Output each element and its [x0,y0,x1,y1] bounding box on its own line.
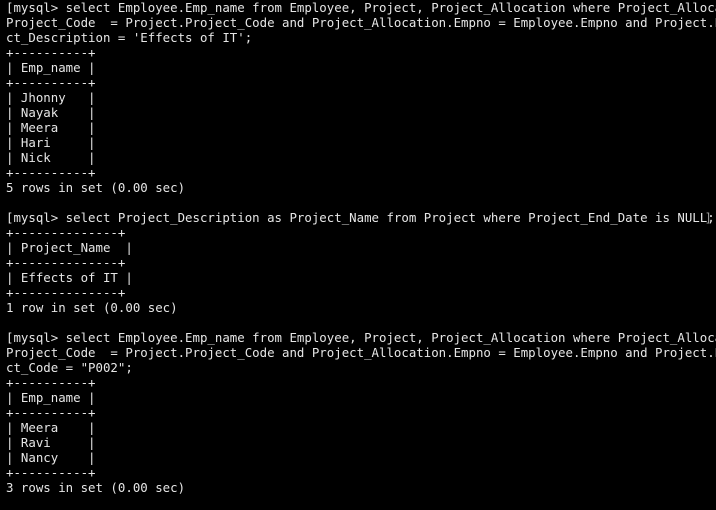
result-table-header: | Project_Name | [6,240,133,255]
result-table-row: | Nayak | [6,105,96,120]
result-table-row: | Meera | [6,120,96,135]
line-bracket: ] [704,210,712,225]
terminal-line: [mysql> select Employee.Emp_name from Em… [6,0,716,15]
result-table-border: +----------+ [6,75,96,90]
result-table-border: +--------------+ [6,225,126,240]
result-table-border: +----------+ [6,45,96,60]
result-table-row: | Ravi | [6,435,96,450]
rows-in-set-status: 3 rows in set (0.00 sec) [6,480,186,495]
result-table-border: +----------+ [6,165,96,180]
result-table-border: +----------+ [6,465,96,480]
terminal-line: [mysql> select Project_Description as Pr… [6,210,716,225]
rows-in-set-status: 1 row in set (0.00 sec) [6,300,178,315]
result-table-row: | Jhonny | [6,90,96,105]
terminal-line: Project_Code = Project.Project_Code and … [6,15,716,30]
result-table-row: | Nancy | [6,450,96,465]
terminal-line: Project_Code = Project.Project_Code and … [6,345,716,360]
result-table-row: | Nick | [6,150,96,165]
result-table-row: | Meera | [6,420,96,435]
result-table-row: | Effects of IT | [6,270,133,285]
terminal-line: ct_Code = "P002"; [6,360,133,375]
terminal-window[interactable]: [mysql> select Employee.Emp_name from Em… [0,0,716,510]
result-table-header: | Emp_name | [6,390,96,405]
terminal-line: ct_Description = 'Effects of IT'; [6,30,253,45]
result-table-border: +--------------+ [6,285,126,300]
result-table-border: +----------+ [6,375,96,390]
result-table-border: +--------------+ [6,255,126,270]
result-table-row: | Hari | [6,135,96,150]
rows-in-set-status: 5 rows in set (0.00 sec) [6,180,186,195]
result-table-border: +----------+ [6,405,96,420]
terminal-line: [mysql> select Employee.Emp_name from Em… [6,330,716,345]
query-text: [mysql> select Project_Description as Pr… [6,210,715,225]
result-table-header: | Emp_name | [6,60,96,75]
